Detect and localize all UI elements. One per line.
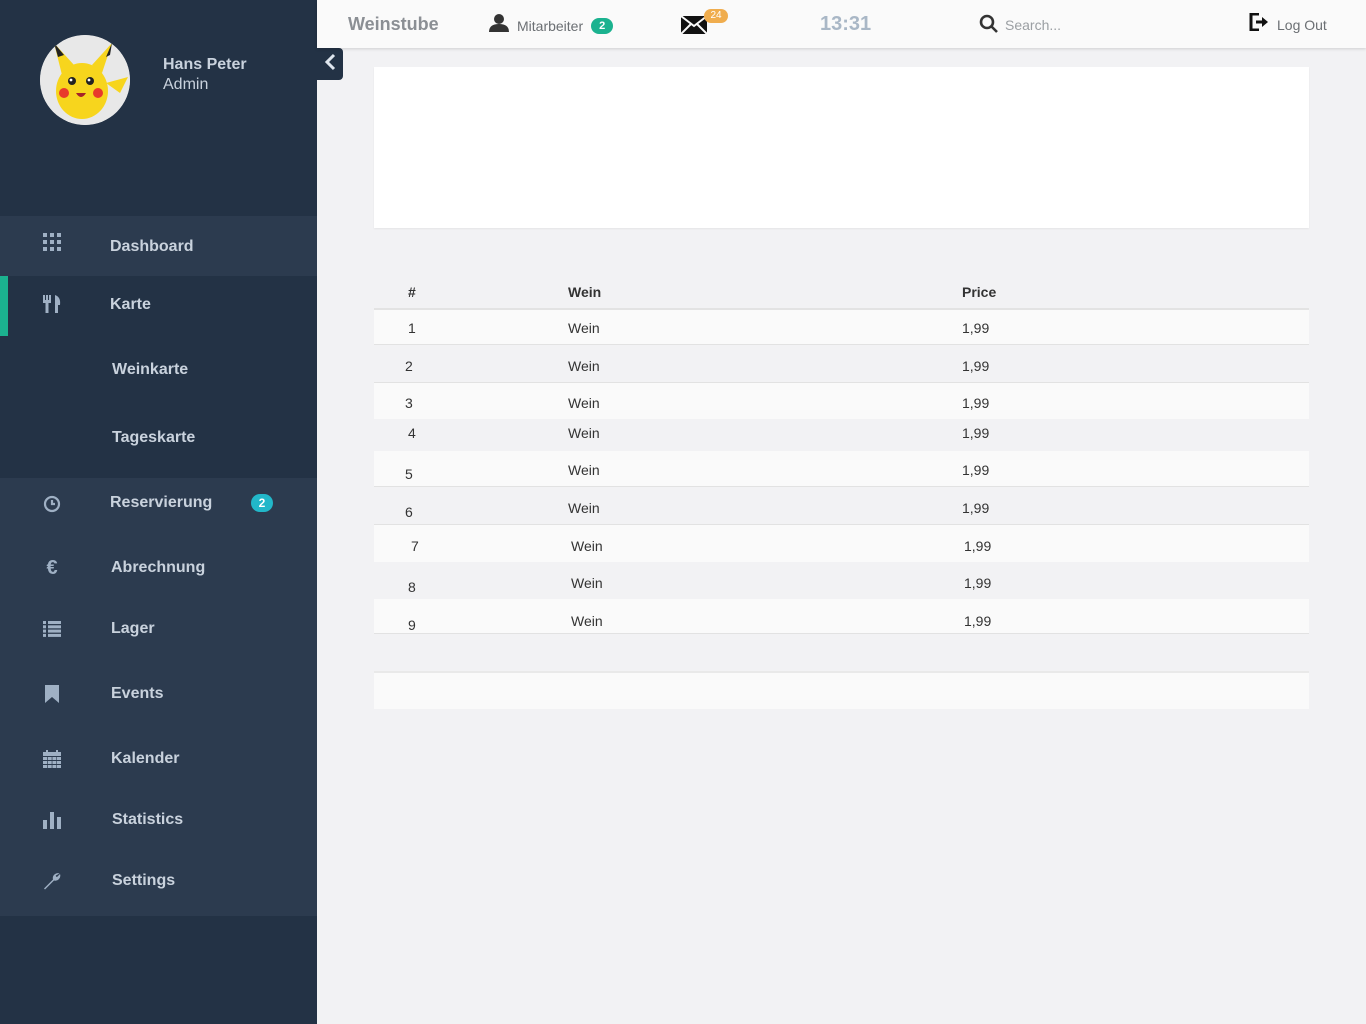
cell-price: 1,99 (964, 613, 992, 629)
calendar-icon (40, 747, 64, 771)
user-profile: Hans Peter Admin (0, 0, 317, 216)
column-header-price[interactable]: Price (962, 284, 996, 300)
cell-wein: Wein (571, 538, 603, 554)
sidebar-nav: Dashboard Karte Weinkarte Tageskarte Res… (0, 216, 317, 916)
cell-wein: Wein (568, 358, 600, 374)
sidebar-subitem-tageskarte[interactable]: Tageskarte (112, 429, 195, 447)
sidebar-item-label: Abrechnung (111, 559, 206, 576)
cell-wein: Wein (571, 575, 603, 591)
collapse-sidebar-button[interactable] (317, 48, 343, 80)
sidebar-item-label: Lager (111, 620, 155, 637)
grid-icon (40, 230, 64, 254)
sidebar-item-statistics[interactable]: Statistics (0, 790, 317, 850)
list-icon (40, 617, 64, 641)
sidebar-item-kalender[interactable]: Kalender (0, 729, 317, 789)
cell-price: 1,99 (962, 358, 990, 374)
active-indicator (0, 276, 8, 336)
column-header-number[interactable]: # (408, 284, 416, 300)
sidebar-item-karte[interactable]: Karte (0, 276, 317, 336)
sidebar-item-reservierung[interactable]: Reservierung 2 (0, 478, 317, 538)
cell-number: 4 (408, 425, 416, 441)
sidebar-item-settings[interactable]: Settings (0, 851, 317, 911)
cell-wein: Wein (568, 395, 600, 411)
table-row[interactable]: 4 Wein 1,99 (374, 419, 1309, 451)
table-row[interactable]: 7 Wein 1,99 (374, 525, 1309, 562)
table-row[interactable]: 1 Wein 1,99 (374, 310, 1309, 345)
sidebar-item-abrechnung[interactable]: € Abrechnung (0, 538, 317, 598)
cell-number: 2 (405, 358, 413, 374)
table-row[interactable]: 3 Wein 1,99 (374, 383, 1309, 419)
cell-price: 1,99 (962, 462, 990, 478)
avatar[interactable] (40, 35, 130, 125)
app-title: Weinstube (348, 14, 439, 34)
clock: 13:31 (820, 13, 872, 35)
envelope-icon (680, 15, 709, 38)
cell-wein: Wein (568, 425, 600, 441)
table-row[interactable]: 8 Wein 1,99 (374, 562, 1309, 599)
table-footer (374, 671, 1309, 709)
cell-number: 8 (408, 579, 416, 595)
table-header: # Wein Price (374, 272, 1309, 310)
column-header-wein[interactable]: Wein (568, 284, 601, 300)
bar-chart-icon (40, 808, 64, 832)
logout-button[interactable]: Log Out (1249, 12, 1327, 36)
logout-icon (1249, 12, 1269, 36)
user-role: Admin (163, 76, 209, 93)
table-row[interactable]: 2 Wein 1,99 (374, 345, 1309, 383)
sidebar-item-label: Statistics (112, 811, 184, 828)
user-name: Hans Peter (163, 56, 247, 73)
cell-price: 1,99 (962, 395, 990, 411)
sidebar-item-dashboard[interactable]: Dashboard (0, 216, 317, 276)
euro-icon: € (46, 556, 58, 579)
cell-wein: Wein (568, 500, 600, 516)
sidebar-item-label: Reservierung (110, 494, 213, 511)
search-input[interactable] (1005, 12, 1185, 38)
top-header: Weinstube Mitarbeiter 2 24 13:31 Search.… (317, 0, 1366, 48)
sidebar-item-label: Events (111, 685, 164, 702)
cell-number: 5 (405, 466, 413, 482)
bookmark-icon (40, 682, 64, 706)
logout-label: Log Out (1277, 16, 1327, 33)
cell-number: 7 (411, 538, 419, 554)
table-row[interactable]: 6 Wein 1,99 (374, 487, 1309, 525)
cell-wein: Wein (568, 320, 600, 336)
table-row[interactable]: 9 Wein 1,99 (374, 599, 1309, 634)
sidebar-item-events[interactable]: Events (0, 664, 317, 724)
chevron-left-icon (324, 53, 336, 76)
cell-number: 1 (408, 320, 416, 336)
cell-wein: Wein (568, 462, 600, 478)
cell-price: 1,99 (962, 425, 990, 441)
sidebar-item-label: Kalender (111, 750, 180, 767)
sidebar: Hans Peter Admin Dashboard Karte Weinkar… (0, 0, 317, 1024)
cell-price: 1,99 (962, 320, 990, 336)
staff-label: Mitarbeiter (517, 17, 584, 34)
sidebar-item-lager[interactable]: Lager (0, 599, 317, 659)
table-row[interactable]: 5 Wein 1,99 (374, 451, 1309, 487)
sidebar-item-label: Dashboard (110, 238, 194, 255)
cell-wein: Wein (571, 613, 603, 629)
cell-number: 9 (408, 617, 416, 633)
messages-count-badge: 24 (704, 9, 728, 23)
cell-price: 1,99 (964, 575, 992, 591)
clock-icon (40, 492, 64, 516)
staff-count-badge: 2 (591, 17, 614, 34)
staff-button[interactable]: Mitarbeiter 2 (489, 14, 614, 37)
cell-number: 3 (405, 395, 413, 411)
cutlery-icon (40, 292, 64, 316)
cell-price: 1,99 (962, 500, 990, 516)
content-card (374, 67, 1309, 228)
search-icon[interactable] (979, 14, 999, 39)
reservation-count-badge: 2 (251, 494, 273, 512)
cell-price: 1,99 (964, 538, 992, 554)
sidebar-item-label: Karte (110, 296, 151, 313)
cell-number: 6 (405, 504, 413, 520)
sidebar-item-label: Settings (112, 872, 176, 889)
user-icon (489, 14, 509, 37)
wrench-icon (40, 869, 64, 893)
sidebar-subitem-weinkarte[interactable]: Weinkarte (112, 361, 188, 379)
